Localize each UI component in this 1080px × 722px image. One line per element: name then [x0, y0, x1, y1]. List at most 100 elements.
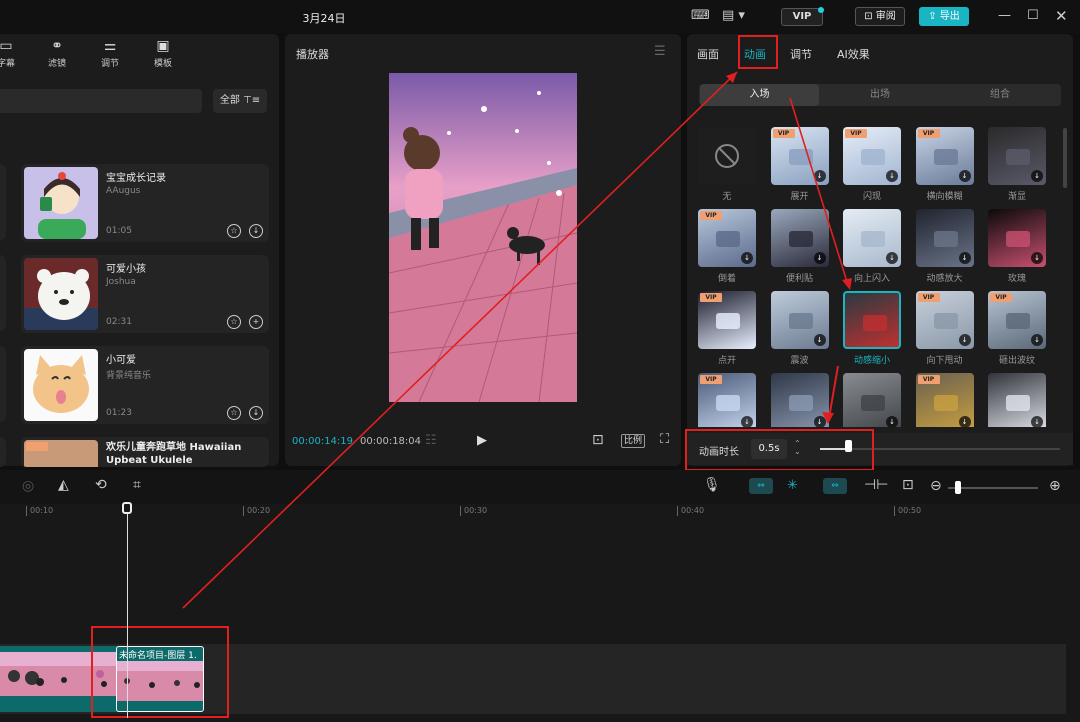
ratio-button[interactable]: 比例	[621, 434, 645, 448]
animation-item[interactable]: VIP ↓	[698, 373, 756, 427]
animation-item[interactable]: 无	[698, 127, 756, 207]
download-icon[interactable]: ↓	[958, 334, 971, 346]
ruler-label: 00:40	[681, 506, 705, 515]
animation-item[interactable]: VIP ↓	[915, 373, 974, 427]
download-icon[interactable]: ↓	[741, 416, 753, 427]
tab-adjust-props[interactable]: 调节	[790, 46, 812, 62]
animation-label: 向上闪入	[853, 274, 890, 284]
total-time: 00:00:18:04	[360, 436, 422, 447]
timeline-ruler[interactable]: 00:10 00:20 00:30 00:40 00:50	[0, 504, 1080, 518]
list-item[interactable]	[0, 255, 6, 331]
download-icon[interactable]: ↓	[886, 416, 898, 427]
tab-adjust[interactable]: ⚌ 调节	[90, 38, 130, 69]
link-main-track-icon[interactable]: ⇔	[749, 478, 773, 494]
download-icon[interactable]: ↓	[958, 416, 971, 427]
download-icon[interactable]: ↓	[813, 334, 826, 346]
music-card[interactable]: 宝宝成长记录 AAugus 01:05 ☆ ↓	[21, 164, 269, 242]
tab-filter[interactable]: ⚭ 滤镜	[37, 38, 77, 69]
favorite-icon[interactable]: ☆	[227, 315, 241, 329]
download-icon[interactable]: ↓	[1031, 416, 1043, 427]
animation-item[interactable]: ↓	[988, 373, 1046, 427]
download-icon[interactable]: ↓	[1031, 252, 1043, 264]
tab-template[interactable]: ▣ 模板	[143, 38, 183, 69]
animation-item[interactable]: ↓ 渐显	[988, 127, 1046, 207]
music-card[interactable]: 可爱小孩 Joshua 02:31 ☆ +	[21, 255, 269, 333]
animation-item[interactable]: VIP 点开	[698, 291, 756, 371]
animation-item[interactable]: ↓	[770, 373, 829, 427]
list-item[interactable]	[0, 164, 6, 240]
animation-item[interactable]: ↓ 震波	[770, 291, 829, 371]
animation-item[interactable]: VIP ↓ 向下甩动	[915, 291, 974, 371]
zoom-handle[interactable]	[955, 481, 961, 494]
download-icon[interactable]: ↓	[249, 224, 263, 238]
download-icon[interactable]: ↓	[1031, 334, 1043, 346]
list-item[interactable]	[0, 346, 6, 422]
split-icon[interactable]: ⊣⊢	[864, 477, 888, 493]
download-icon[interactable]: ↓	[813, 416, 826, 427]
fit-screen-icon[interactable]: ⊡	[592, 432, 604, 448]
video-preview[interactable]	[389, 73, 577, 402]
download-icon[interactable]: ↓	[886, 252, 898, 264]
layout-icon[interactable]: ▤ ▾	[722, 8, 745, 23]
subtab-in[interactable]: 入场	[700, 84, 819, 106]
favorite-icon[interactable]: ☆	[227, 406, 241, 420]
vip-button[interactable]: VIP	[781, 8, 823, 26]
playhead-handle[interactable]	[122, 502, 132, 514]
playhead[interactable]	[127, 506, 128, 718]
download-icon[interactable]: ↓	[958, 170, 971, 182]
mirror-icon[interactable]: ◭	[58, 477, 69, 493]
menu-icon[interactable]: ☰	[654, 44, 666, 59]
music-card[interactable]: 欢乐儿童奔跑草地 Hawaiian Upbeat Ukulele	[21, 437, 269, 467]
zoom-out-icon[interactable]: ⊖	[930, 478, 942, 494]
linkage-icon[interactable]: ⇔	[823, 478, 847, 494]
animation-item[interactable]: VIP ↓ 展开	[770, 127, 829, 207]
microphone-icon[interactable]: 🎙	[703, 477, 721, 493]
search-input[interactable]	[0, 89, 202, 113]
snap-icon[interactable]: ✳	[787, 478, 798, 493]
tab-picture[interactable]: 画面	[697, 46, 719, 62]
animation-item[interactable]: VIP ↓ 倒着	[698, 209, 756, 289]
review-button[interactable]: ⊡ 审阅	[855, 7, 905, 26]
play-icon[interactable]: ▶	[477, 433, 487, 448]
filter-all-button[interactable]: 全部 ⊤≡	[213, 89, 267, 113]
grid-icon[interactable]: ☷	[425, 433, 437, 448]
download-icon[interactable]: ↓	[1031, 170, 1043, 182]
favorite-icon[interactable]: ☆	[227, 224, 241, 238]
animation-item[interactable]: 动感缩小	[843, 291, 901, 371]
zoom-slider[interactable]	[948, 487, 1038, 489]
scrollbar[interactable]	[1063, 128, 1067, 188]
download-icon[interactable]: ↓	[886, 170, 898, 182]
animation-item[interactable]: VIP ↓ 横向模糊	[915, 127, 974, 207]
animation-item[interactable]: VIP ↓ 闪现	[843, 127, 901, 207]
animation-item[interactable]: ↓ 便利贴	[770, 209, 829, 289]
animation-item[interactable]: ↓	[843, 373, 901, 427]
freeze-icon[interactable]: ◎	[22, 478, 34, 494]
preview-axis-icon[interactable]: ⊡	[902, 477, 914, 493]
list-item[interactable]	[0, 437, 6, 467]
download-icon[interactable]: ↓	[813, 170, 826, 182]
maximize-icon[interactable]: ☐	[1027, 8, 1039, 23]
tab-caption[interactable]: ▭ 字幕	[0, 38, 26, 69]
music-card[interactable]: 小可爱 背景纯音乐 01:23 ☆ ↓	[21, 346, 269, 424]
animation-item[interactable]: VIP ↓ 砸出波纹	[988, 291, 1046, 371]
export-button[interactable]: ⇪ 导出	[919, 7, 969, 26]
minimize-icon[interactable]: —	[998, 8, 1011, 23]
animation-item[interactable]: ↓ 动感放大	[915, 209, 974, 289]
subtab-combo[interactable]: 组合	[940, 84, 1060, 106]
fullscreen-icon[interactable]: ⛶	[660, 432, 669, 447]
tab-ai-effects[interactable]: AI效果	[837, 46, 870, 62]
add-icon[interactable]: +	[249, 315, 263, 329]
download-icon[interactable]: ↓	[813, 252, 826, 264]
download-icon[interactable]: ↓	[958, 252, 971, 264]
zoom-in-icon[interactable]: ⊕	[1049, 478, 1061, 494]
rotate-icon[interactable]: ⟲	[95, 477, 107, 493]
download-icon[interactable]: ↓	[249, 406, 263, 420]
subtab-out[interactable]: 出场	[820, 84, 940, 106]
close-icon[interactable]: ✕	[1055, 7, 1068, 25]
keyboard-icon[interactable]: ⌨	[691, 8, 710, 23]
crop-icon[interactable]: ⌗	[133, 477, 141, 493]
animation-item[interactable]: ↓ 玫瑰	[988, 209, 1046, 289]
download-icon[interactable]: ↓	[741, 252, 753, 264]
animation-item[interactable]: ↓ 向上闪入	[843, 209, 901, 289]
thumb-shape	[716, 231, 740, 247]
